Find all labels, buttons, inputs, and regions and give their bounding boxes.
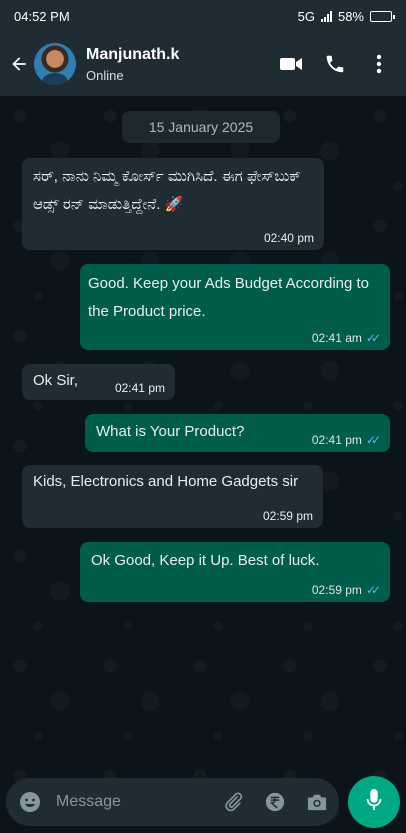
contact-status: Online [86,67,124,83]
status-bar: 04:52 PM 5G 58% [0,0,406,32]
network-type: 5G [297,8,315,24]
message-time: 02:41 am [311,331,362,345]
battery-icon [370,10,395,22]
read-ticks-icon: ✓✓ [365,583,381,597]
chat-area[interactable]: 15 January 2025 ಸರ್, ನಾನು ನಿಮ್ಮ ಕೋರ್ಸ್ ಮ… [0,96,406,833]
payment-rupee-icon[interactable] [263,790,287,814]
back-arrow-icon[interactable] [6,51,32,77]
video-call-icon[interactable] [278,51,304,77]
message-incoming[interactable]: Ok Sir, 02:41 pm [22,364,175,400]
message-time: 02:41 pm [114,381,165,395]
date-divider: 15 January 2025 [122,111,280,143]
message-text: Kids, Electronics and Home Gadgets sir [33,473,299,490]
read-ticks-icon: ✓✓ [365,433,381,447]
rocket-emoji: 🚀 [164,196,184,213]
status-time: 04:52 PM [14,8,70,24]
message-input[interactable]: Message [56,793,221,811]
message-time: 02:59 pm [311,583,362,597]
message-text: Good. Keep your Ads Budget According to … [88,275,370,320]
contact-info[interactable]: Manjunath.k Online [86,46,278,83]
message-meta: 02:59 pm ✓✓ [311,583,381,597]
voice-message-button[interactable] [348,776,400,828]
composer-actions [221,790,329,814]
chat-header: Manjunath.k Online [0,32,406,96]
message-meta: 02:41 pm ✓✓ [311,433,381,447]
emoji-icon[interactable] [18,790,42,814]
signal-icon [320,10,332,22]
message-text: Ok Good, Keep it Up. Best of luck. [91,552,320,569]
message-outgoing[interactable]: Ok Good, Keep it Up. Best of luck. 02:59… [80,542,390,602]
microphone-icon [363,787,385,818]
avatar[interactable] [34,43,76,85]
message-incoming[interactable]: ಸರ್, ನಾನು ನಿಮ್ಮ ಕೋರ್ಸ್ ಮುಗಿಸಿದೆ. ಈಗ ಫೇಸ್… [22,158,324,250]
voice-call-icon[interactable] [322,51,348,77]
status-right: 5G 58% [297,8,395,24]
message-composer[interactable]: Message [6,778,339,826]
more-options-icon[interactable] [366,51,392,77]
battery-percent: 58% [337,8,364,24]
message-time: 02:59 pm [262,509,313,523]
message-incoming[interactable]: Kids, Electronics and Home Gadgets sir 0… [22,465,323,528]
message-time: 02:41 pm [311,433,362,447]
message-outgoing[interactable]: What is Your Product? 02:41 pm ✓✓ [85,414,390,452]
message-meta: 02:41 am ✓✓ [311,331,381,345]
header-actions [278,51,392,77]
read-ticks-icon: ✓✓ [365,331,381,345]
message-outgoing[interactable]: Good. Keep your Ads Budget According to … [80,264,390,350]
message-text: ಸರ್, ನಾನು ನಿಮ್ಮ ಕೋರ್ಸ್ ಮುಗಿಸಿದೆ. ಈಗ ಫೇಸ್… [33,168,301,213]
camera-icon[interactable] [305,790,329,814]
message-time: 02:40 pm [263,231,314,245]
attach-icon[interactable] [221,790,245,814]
contact-name: Manjunath.k [86,45,180,63]
